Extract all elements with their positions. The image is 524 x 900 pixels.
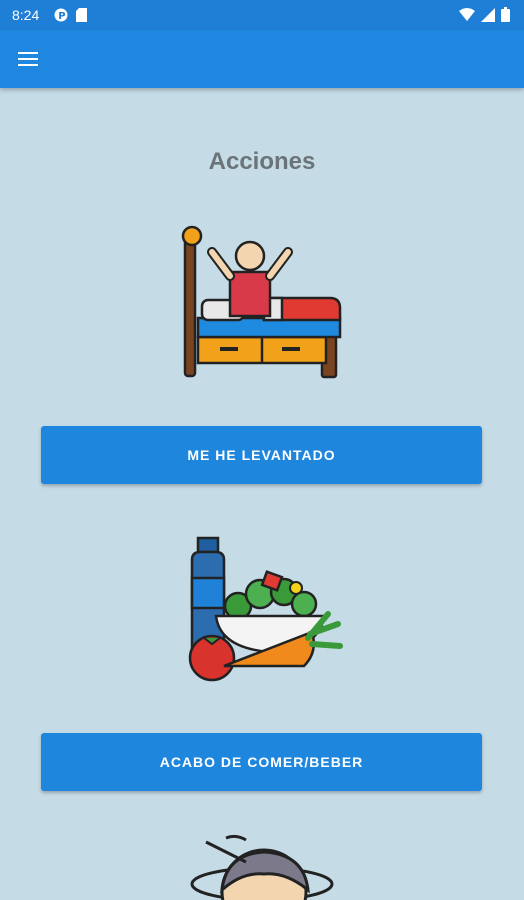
woke-up-button[interactable]: ME HE LEVANTADO: [41, 426, 482, 484]
app-bar: [0, 30, 524, 88]
sd-card-icon: [76, 8, 87, 22]
p-icon: P: [54, 8, 68, 22]
sleep-face-icon: [190, 834, 334, 900]
food-drink-icon: [188, 536, 343, 682]
signal-icon: [481, 7, 495, 22]
status-bar: 8:24 P: [0, 0, 524, 30]
ate-drank-button[interactable]: ACABO DE COMER/BEBER: [41, 733, 482, 791]
actions-screen: Acciones ME HE LEVANTADO ACABO DE COMER/…: [0, 88, 524, 900]
status-time: 8:24: [12, 7, 40, 23]
bed-wake-up-icon: [181, 225, 342, 379]
page-title: Acciones: [208, 148, 316, 175]
battery-icon: [501, 7, 510, 22]
svg-text:P: P: [58, 11, 65, 22]
wifi-icon: [459, 8, 475, 21]
hamburger-menu-icon[interactable]: [18, 46, 46, 72]
